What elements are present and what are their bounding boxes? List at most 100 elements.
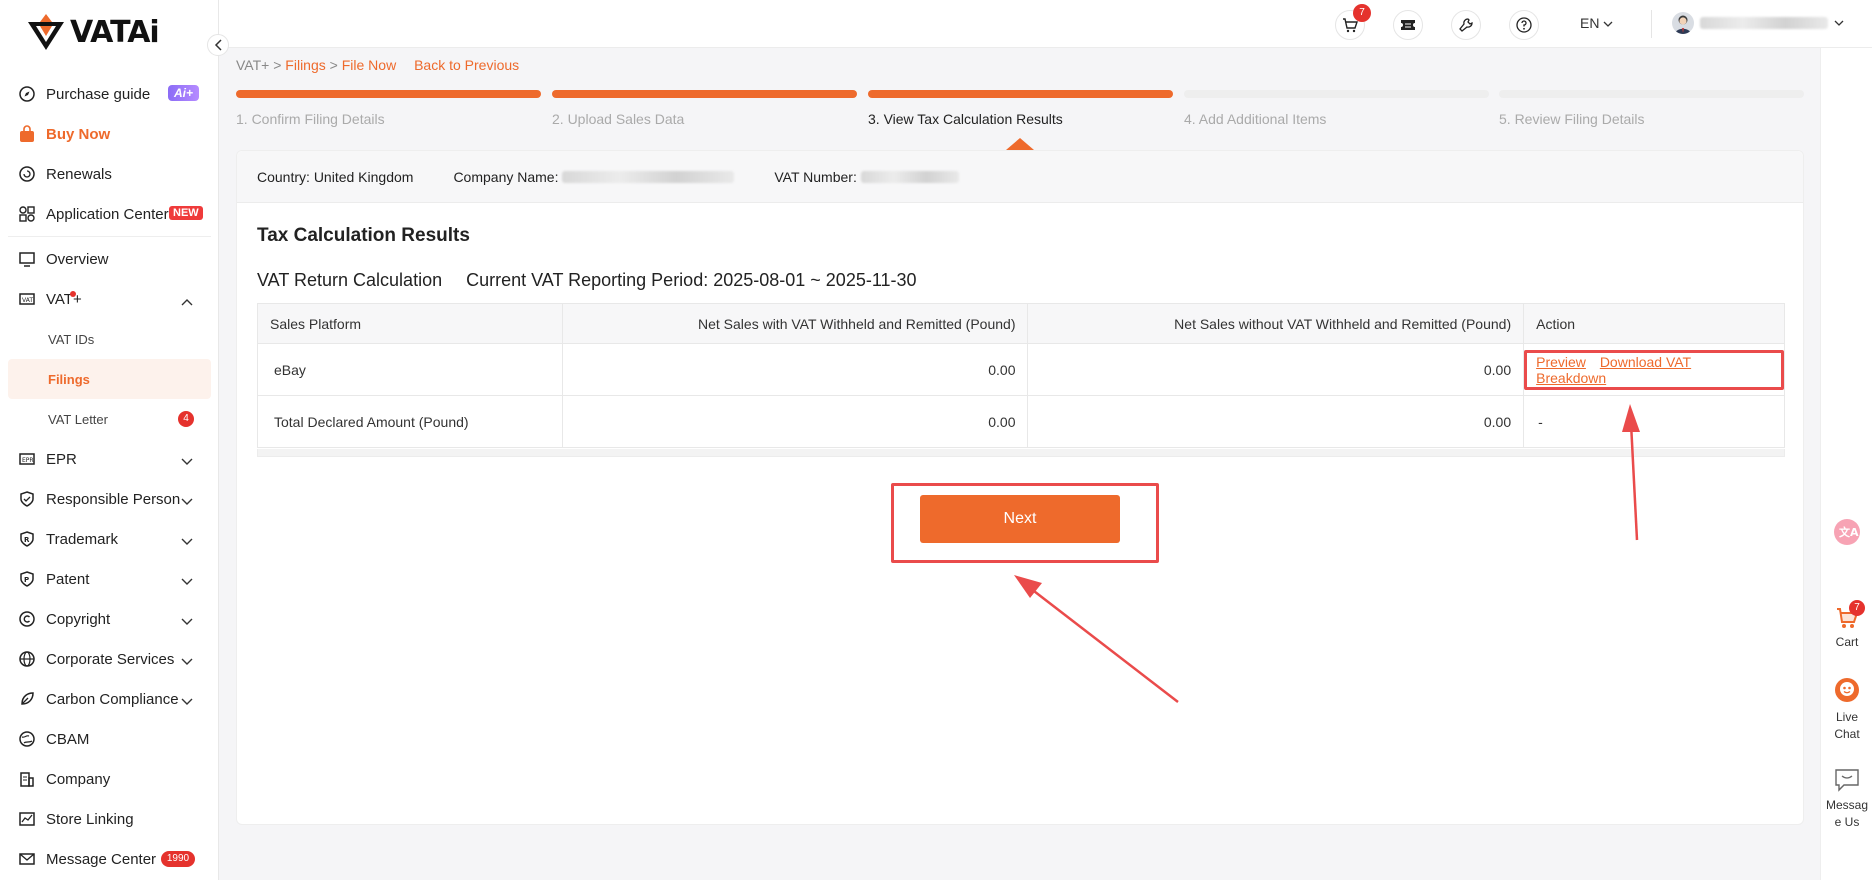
sidebar-item-buy-now[interactable]: Buy Now [8, 114, 211, 154]
sidebar-item-application-center[interactable]: Application Center NEW [8, 194, 211, 234]
question-icon [1516, 17, 1532, 33]
epr-icon: EPR [18, 450, 36, 468]
sidebar-item-label: Store Linking [46, 810, 134, 828]
sidebar-item-trademark[interactable]: R Trademark [8, 519, 211, 559]
amount-cell: 0.00 [1027, 395, 1525, 448]
shield-icon [18, 490, 36, 508]
breadcrumb-root: VAT+ [236, 57, 270, 73]
notification-dot [70, 291, 76, 297]
sidebar-item-renewals[interactable]: Renewals [8, 154, 211, 194]
sidebar-item-epr[interactable]: EPR EPR [8, 439, 211, 479]
sidebar-item-label: Copyright [46, 610, 111, 628]
live-chat-label: Chat [1834, 727, 1860, 741]
sidebar-item-label: Responsible Person [46, 490, 181, 508]
sidebar-item-vat-letter[interactable]: VAT Letter 4 [8, 399, 211, 439]
sidebar-item-label: Buy Now [46, 125, 111, 143]
live-chat-icon [1835, 678, 1859, 702]
message-us-button[interactable]: Messag e Us [1821, 768, 1872, 831]
section-title: Tax Calculation Results [257, 225, 470, 246]
step-4: 4. Add Additional Items [1184, 90, 1489, 127]
amount-cell: 0.00 [561, 395, 1029, 448]
leaf-icon [18, 690, 36, 708]
chevron-down-icon [181, 453, 193, 470]
sidebar-item-responsible-person[interactable]: Responsible Person [8, 479, 211, 519]
table-row: eBay 0.00 0.00 Preview Download VAT Brea… [257, 343, 1785, 396]
chevron-down-icon [181, 573, 193, 590]
cart-button[interactable]: 7 [1335, 4, 1371, 40]
ai-plus-badge: Ai+ [168, 85, 200, 101]
preview-link[interactable]: Preview [1536, 354, 1586, 370]
step-3: 3. View Tax Calculation Results [868, 90, 1173, 127]
sidebar-item-label: Message Center [46, 850, 157, 868]
calculation-subtitle: VAT Return Calculation Current VAT Report… [257, 270, 941, 291]
sidebar-item-vat-plus[interactable]: VAT VAT+ [8, 279, 211, 319]
cart-count-badge: 7 [1849, 600, 1865, 616]
user-menu[interactable] [1672, 12, 1844, 34]
sidebar-item-label: VAT Letter [48, 411, 108, 427]
svg-text:R: R [24, 536, 30, 544]
chevron-down-icon [181, 613, 193, 630]
help-button[interactable] [1509, 10, 1539, 40]
vat-number-redacted [860, 170, 959, 183]
breadcrumb-filings-link[interactable]: Filings [285, 57, 325, 73]
live-chat-button[interactable]: Live Chat [1821, 676, 1872, 743]
sidebar-item-copyright[interactable]: Copyright [8, 599, 211, 639]
vat-icon: VAT [18, 290, 36, 308]
chevron-down-icon [181, 493, 193, 510]
step-label: 3. View Tax Calculation Results [868, 111, 1063, 127]
sidebar-item-cbam[interactable]: CBAM [8, 719, 211, 759]
sidebar-item-company[interactable]: Company [8, 759, 211, 799]
sidebar-item-purchase-guide[interactable]: Purchase guide Ai+ [8, 74, 211, 114]
reporting-period: Current VAT Reporting Period: 2025-08-01… [466, 270, 917, 290]
coupon-button[interactable] [1393, 10, 1423, 40]
column-header: Action [1523, 303, 1785, 344]
step-label: 5. Review Filing Details [1499, 111, 1645, 127]
cart-label: Cart [1835, 635, 1859, 649]
language-selector[interactable]: EN [1580, 15, 1613, 31]
filing-info-row: Country: United Kingdom Company Name: VA… [237, 151, 1803, 203]
results-card: Country: United Kingdom Company Name: VA… [236, 150, 1804, 825]
sidebar-divider [8, 236, 211, 237]
column-header: Net Sales with VAT Withheld and Remitted… [561, 303, 1029, 344]
chevron-up-icon [181, 293, 193, 310]
sidebar-item-filings[interactable]: Filings [8, 359, 211, 399]
translate-button[interactable]: 文A [1821, 518, 1872, 551]
collapse-sidebar-button[interactable] [207, 34, 229, 56]
table-scrollbar[interactable] [257, 449, 1785, 457]
float-cart-button[interactable]: 7 Cart [1821, 600, 1872, 651]
floating-sidebar: 文A 7 Cart Live Chat Messag e Us [1820, 48, 1872, 880]
step-label: 1. Confirm Filing Details [236, 111, 385, 127]
sidebar-item-store-linking[interactable]: Store Linking [8, 799, 211, 839]
sidebar-item-corporate-services[interactable]: Corporate Services [8, 639, 211, 679]
sidebar-item-message-center[interactable]: Message Center 1990 [8, 839, 211, 879]
next-button[interactable]: Next [920, 495, 1120, 543]
breadcrumb-separator: > [325, 57, 342, 73]
translate-icon: 文A [1834, 519, 1860, 545]
message-us-label: Messag [1825, 798, 1869, 812]
step-2: 2. Upload Sales Data [552, 90, 857, 127]
sidebar-item-carbon-compliance[interactable]: Carbon Compliance [8, 679, 211, 719]
step-progress-bar [552, 90, 857, 98]
sidebar: VATAi Purchase guide Ai+ Buy Now Renewal… [0, 0, 219, 880]
topbar-divider [1651, 10, 1652, 38]
count-badge: 4 [178, 411, 194, 427]
user-name-redacted [1700, 17, 1828, 29]
sidebar-item-label: CBAM [46, 730, 90, 748]
back-to-previous-link[interactable]: Back to Previous [414, 57, 519, 73]
sidebar-item-label: EPR [46, 450, 77, 468]
column-header: Sales Platform [257, 303, 563, 344]
sidebar-item-overview[interactable]: Overview [8, 239, 211, 279]
sidebar-item-label: Filings [48, 371, 90, 387]
count-badge: 1990 [161, 851, 195, 867]
sidebar-item-patent[interactable]: P Patent [8, 559, 211, 599]
cbam-globe-icon [18, 730, 36, 748]
sidebar-item-vat-ids[interactable]: VAT IDs [8, 319, 211, 359]
vat-return-title: VAT Return Calculation [257, 270, 443, 290]
mail-icon [18, 850, 36, 868]
step-label: 4. Add Additional Items [1184, 111, 1327, 127]
cart-count-badge: 7 [1353, 4, 1371, 22]
tools-button[interactable] [1451, 10, 1481, 40]
chevron-down-icon [181, 533, 193, 550]
sidebar-item-label: VAT IDs [48, 331, 95, 347]
brand-logo[interactable]: VATAi [26, 14, 160, 50]
